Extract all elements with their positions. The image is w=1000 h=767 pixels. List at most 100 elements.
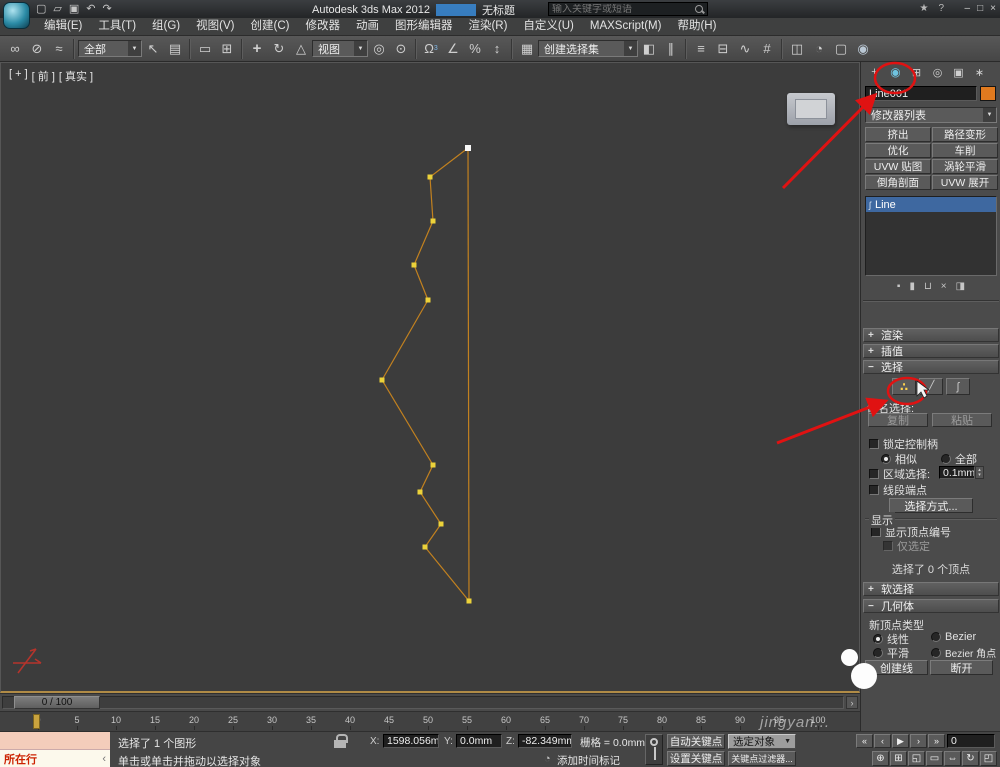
select-and-rotate-icon[interactable]: ↻ <box>268 39 290 59</box>
menu-item[interactable]: 图形编辑器 <box>387 18 461 35</box>
vertex-subobject-button[interactable]: ∴ <box>892 378 916 395</box>
orbit-icon[interactable]: ↻ <box>962 751 979 766</box>
rollout-soft-selection[interactable]: + 软选择 <box>863 582 999 596</box>
rollout-interpolation[interactable]: + 插值 <box>863 344 999 358</box>
menu-item[interactable]: 创建(C) <box>242 18 297 35</box>
layer-manager-icon[interactable]: ≡ <box>690 39 712 59</box>
maximize-icon[interactable]: □ <box>977 3 983 14</box>
area-selection-checkbox[interactable] <box>869 469 879 479</box>
pan-icon[interactable]: ⇔ <box>944 751 961 766</box>
dropdown-arrow-icon[interactable]: ▼ <box>983 108 996 122</box>
modifier-button[interactable]: 车削 <box>932 143 998 158</box>
utilities-tab-icon[interactable]: ∗ <box>970 64 989 80</box>
track-bar[interactable]: 0510152025303540455055606570758085909510… <box>0 711 860 731</box>
auto-key-button[interactable]: 自动关键点 <box>667 734 725 749</box>
select-and-move-icon[interactable]: + <box>246 39 268 59</box>
listener-macro-row[interactable] <box>0 732 110 750</box>
menu-item[interactable]: 动画 <box>348 18 387 35</box>
menu-item[interactable]: 帮助(H) <box>669 18 724 35</box>
zoom-extents-icon[interactable]: ◱ <box>908 751 925 766</box>
menu-item[interactable]: 视图(V) <box>188 18 242 35</box>
menu-item[interactable]: MAXScript(M) <box>582 18 670 35</box>
previous-frame-button[interactable]: ‹ <box>874 734 891 748</box>
paste-button[interactable]: 粘贴 <box>932 413 992 427</box>
modifier-button[interactable]: UVW 贴图 <box>865 159 931 174</box>
go-to-start-button[interactable]: « <box>856 734 873 748</box>
minimize-icon[interactable]: – <box>965 3 971 14</box>
rollout-rendering[interactable]: + 渲染 <box>863 328 999 342</box>
key-filter-target-dropdown[interactable]: 选定对象 ▼ <box>728 734 796 749</box>
stack-item-line[interactable]: ʃ Line <box>866 197 996 212</box>
search-icon[interactable] <box>695 4 704 14</box>
area-threshold-field[interactable]: 0.1mm <box>939 466 975 479</box>
use-pivot-center-icon[interactable]: ◎ <box>368 39 390 59</box>
selected-only-checkbox[interactable] <box>883 541 893 551</box>
select-and-link-icon[interactable]: ∞ <box>4 39 26 59</box>
menu-item[interactable]: 工具(T) <box>90 18 144 35</box>
menu-item[interactable]: 自定义(U) <box>515 18 581 35</box>
viewport-menu-general[interactable]: [ + ] <box>9 68 28 84</box>
spinner-arrows[interactable]: ▴ ▾ <box>975 466 984 479</box>
rollout-selection[interactable]: − 选择 <box>863 360 999 374</box>
spline-subobject-button[interactable]: ʃ <box>946 378 970 395</box>
listener-scroll-icon[interactable]: ‹ <box>102 753 106 765</box>
curve-editor-icon[interactable]: ∿ <box>734 39 756 59</box>
modifier-button[interactable]: 路径变形 <box>932 127 998 142</box>
search-input[interactable] <box>552 3 692 15</box>
zoom-all-icon[interactable]: ⊞ <box>890 751 907 766</box>
select-and-manipulate-icon[interactable]: ⊙ <box>390 39 412 59</box>
select-by-button[interactable]: 选择方式... <box>889 498 973 513</box>
current-frame-marker[interactable] <box>33 714 40 729</box>
menu-item[interactable]: 修改器 <box>297 18 348 35</box>
hierarchy-tab-icon[interactable]: ⊞ <box>907 64 926 80</box>
undo-icon[interactable]: ↶ <box>86 3 95 15</box>
pin-stack-icon[interactable]: ▪ <box>897 282 901 292</box>
unlink-selection-icon[interactable]: ⊘ <box>26 39 48 59</box>
align-icon[interactable]: ∥ <box>660 39 682 59</box>
dropdown-arrow-icon[interactable]: ▼ <box>624 41 637 56</box>
selection-lock-icon[interactable] <box>334 734 348 748</box>
percent-snap-icon[interactable]: % <box>464 39 486 59</box>
play-button[interactable]: ▶ <box>892 734 909 748</box>
next-frame-arrow[interactable]: › <box>846 696 858 709</box>
x-coordinate-field[interactable]: 1598.056m <box>383 734 439 748</box>
segment-subobject-button[interactable]: ╱ <box>919 378 943 395</box>
select-object-icon[interactable]: ↖ <box>142 39 164 59</box>
modifier-button[interactable]: 优化 <box>865 143 931 158</box>
menu-item[interactable]: 组(G) <box>144 18 188 35</box>
time-slider-track[interactable] <box>2 696 844 709</box>
z-coordinate-field[interactable]: -82.349mm <box>518 734 572 748</box>
maximize-viewport-icon[interactable]: ◰ <box>980 751 997 766</box>
zoom-icon[interactable]: ⊕ <box>872 751 889 766</box>
save-file-icon[interactable]: ▣ <box>69 3 79 15</box>
set-key-button[interactable]: 设置关键点 <box>667 751 725 766</box>
add-time-tag-button[interactable]: 添加时间标记 <box>557 753 620 767</box>
favorites-icon[interactable]: ★ <box>919 3 928 14</box>
spinner-snap-icon[interactable]: ↕ <box>486 39 508 59</box>
modifier-button[interactable]: 挤出 <box>865 127 931 142</box>
lock-handles-checkbox[interactable] <box>869 439 879 449</box>
window-crossing-icon[interactable]: ⊞ <box>216 39 238 59</box>
next-frame-button[interactable]: › <box>910 734 927 748</box>
new-scene-icon[interactable]: ▢ <box>36 3 46 15</box>
viewport-menu-shading[interactable]: [ 真实 ] <box>59 68 93 84</box>
graphite-ribbon-icon[interactable]: ⊟ <box>712 39 734 59</box>
rendered-frame-window-icon[interactable]: ▢ <box>830 39 852 59</box>
current-frame-field[interactable]: 0 <box>947 734 995 748</box>
dropdown-arrow-icon[interactable]: ▼ <box>128 41 141 56</box>
y-coordinate-field[interactable]: 0.0mm <box>456 734 502 748</box>
named-selection-set-dropdown[interactable]: 创建选择集 ▼ <box>538 40 638 57</box>
create-tab-icon[interactable]: + <box>865 64 884 80</box>
bind-to-spacewarp-icon[interactable]: ≈ <box>48 39 70 59</box>
segment-end-checkbox[interactable] <box>869 485 879 495</box>
display-tab-icon[interactable]: ▣ <box>949 64 968 80</box>
remove-modifier-icon[interactable]: × <box>941 282 947 292</box>
linear-radio[interactable] <box>873 634 883 644</box>
object-color-swatch[interactable] <box>980 86 996 101</box>
open-file-icon[interactable]: ▱ <box>53 3 61 15</box>
angle-snap-icon[interactable]: ∠ <box>442 39 464 59</box>
select-by-name-icon[interactable]: ▤ <box>164 39 186 59</box>
select-and-scale-icon[interactable]: △ <box>290 39 312 59</box>
modifier-stack[interactable]: ʃ Line <box>865 196 997 276</box>
render-production-icon[interactable]: ◉ <box>852 39 874 59</box>
